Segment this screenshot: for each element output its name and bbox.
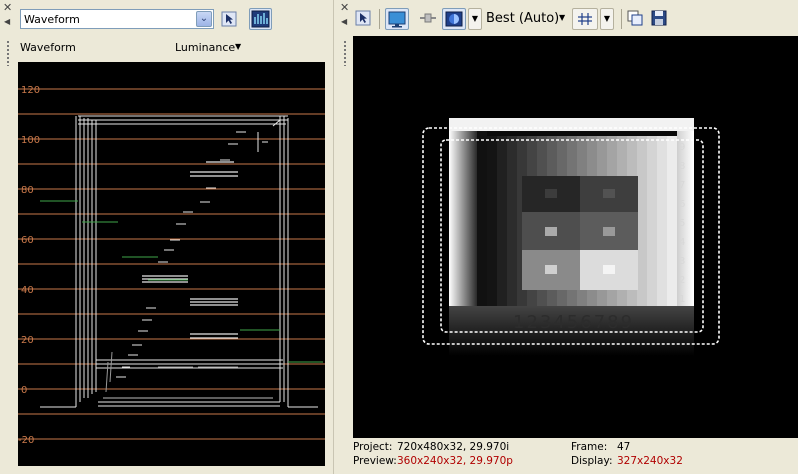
save-snapshot-icon — [651, 10, 667, 26]
scope-settings-icon — [251, 10, 270, 28]
axis-tick-label: 80 — [21, 185, 34, 196]
monitor-icon — [388, 11, 406, 28]
grid-overlay-icon — [578, 13, 592, 25]
split-screen-icon — [420, 13, 436, 23]
preview-mode-icon — [445, 11, 463, 27]
test-pattern-numbers: 123456789 — [513, 312, 634, 333]
preview-label: Preview: — [353, 455, 397, 467]
svg-text:4: 4 — [679, 237, 685, 248]
dropdown-arrow-icon[interactable]: ▼ — [235, 42, 241, 51]
preview-value: 360x240x32, 29.970p — [397, 455, 513, 467]
svg-text:7: 7 — [679, 180, 685, 191]
dropdown-arrow-icon[interactable]: ▼ — [559, 13, 565, 22]
split-screen-button[interactable] — [417, 8, 439, 30]
copy-snapshot-icon — [627, 10, 643, 26]
svg-text:3: 3 — [679, 256, 685, 267]
axis-tick-label: 60 — [21, 235, 34, 246]
gray-patches — [522, 176, 638, 290]
overlays-dropdown[interactable]: ▼ — [600, 8, 614, 30]
svg-text:9: 9 — [679, 142, 685, 153]
svg-text:1: 1 — [679, 294, 685, 305]
preview-quality-dropdown[interactable]: Best (Auto) — [486, 11, 559, 26]
axis-tick-label: 0 — [21, 385, 27, 396]
svg-text:2: 2 — [679, 275, 685, 286]
preview-mode-button[interactable] — [442, 8, 466, 30]
save-snapshot-button[interactable] — [650, 8, 670, 30]
axis-tick-label: 120 — [21, 85, 40, 96]
scope-type-dropdown[interactable]: Waveform ⌄ — [20, 9, 214, 29]
video-scopes-pane: ✕ ◀ Waveform ⌄ Waveform Luminance ▼ 120 … — [0, 0, 333, 474]
close-icon[interactable]: ✕ — [3, 2, 13, 13]
test-pattern-frame: 123456789 1 2 3 4 5 6 7 8 9 — [422, 118, 720, 356]
cursor-icon — [355, 10, 371, 26]
scope-mode-dropdown[interactable]: Luminance — [175, 41, 235, 54]
waveform-display: 120 100 80 60 40 20 0 -20 — [18, 62, 325, 466]
drag-grip[interactable] — [6, 40, 10, 66]
collapse-arrow-icon[interactable]: ◀ — [4, 17, 10, 26]
axis-tick-label: 20 — [21, 335, 34, 346]
update-scopes-button[interactable] — [220, 10, 238, 28]
cursor-icon — [221, 11, 237, 27]
collapse-arrow-icon[interactable]: ◀ — [341, 17, 347, 26]
frame-value: 47 — [617, 441, 631, 453]
drag-grip[interactable] — [343, 40, 347, 66]
project-label: Project: — [353, 441, 393, 453]
scope-label: Waveform — [20, 41, 76, 54]
svg-text:5: 5 — [679, 218, 685, 229]
close-icon[interactable]: ✕ — [340, 2, 350, 13]
waveform-graph: 120 100 80 60 40 20 0 -20 — [18, 85, 325, 446]
scope-type-value: Waveform — [24, 13, 80, 26]
dropdown-arrow-icon[interactable]: ⌄ — [196, 11, 212, 27]
axis-tick-label: 40 — [21, 285, 34, 296]
video-preview-pane: ✕ ◀ ▼ Best (Auto) ▼ ▼ 123456789 1 2 3 4 … — [337, 0, 798, 474]
luminance-trace — [40, 115, 318, 408]
cursor-button[interactable] — [354, 8, 374, 30]
test-pattern-side-numbers: 1 2 3 4 5 6 7 8 9 — [679, 142, 685, 305]
display-value: 327x240x32 — [617, 455, 683, 467]
frame-label: Frame: — [571, 441, 608, 453]
project-value: 720x480x32, 29.970i — [397, 441, 510, 453]
toolbar-separator — [379, 9, 380, 29]
svg-text:8: 8 — [679, 161, 685, 172]
axis-tick-label: 100 — [21, 135, 40, 146]
axis-tick-label: -20 — [18, 435, 34, 446]
scope-settings-button[interactable] — [249, 8, 272, 30]
toolbar-separator — [621, 9, 622, 29]
display-label: Display: — [571, 455, 613, 467]
overlays-button[interactable] — [572, 8, 598, 30]
copy-snapshot-button[interactable] — [626, 8, 646, 30]
external-monitor-button[interactable] — [385, 8, 409, 30]
preview-mode-dropdown[interactable]: ▼ — [468, 8, 482, 30]
svg-text:6: 6 — [679, 199, 685, 210]
video-preview-screen[interactable]: 123456789 1 2 3 4 5 6 7 8 9 — [353, 36, 798, 438]
